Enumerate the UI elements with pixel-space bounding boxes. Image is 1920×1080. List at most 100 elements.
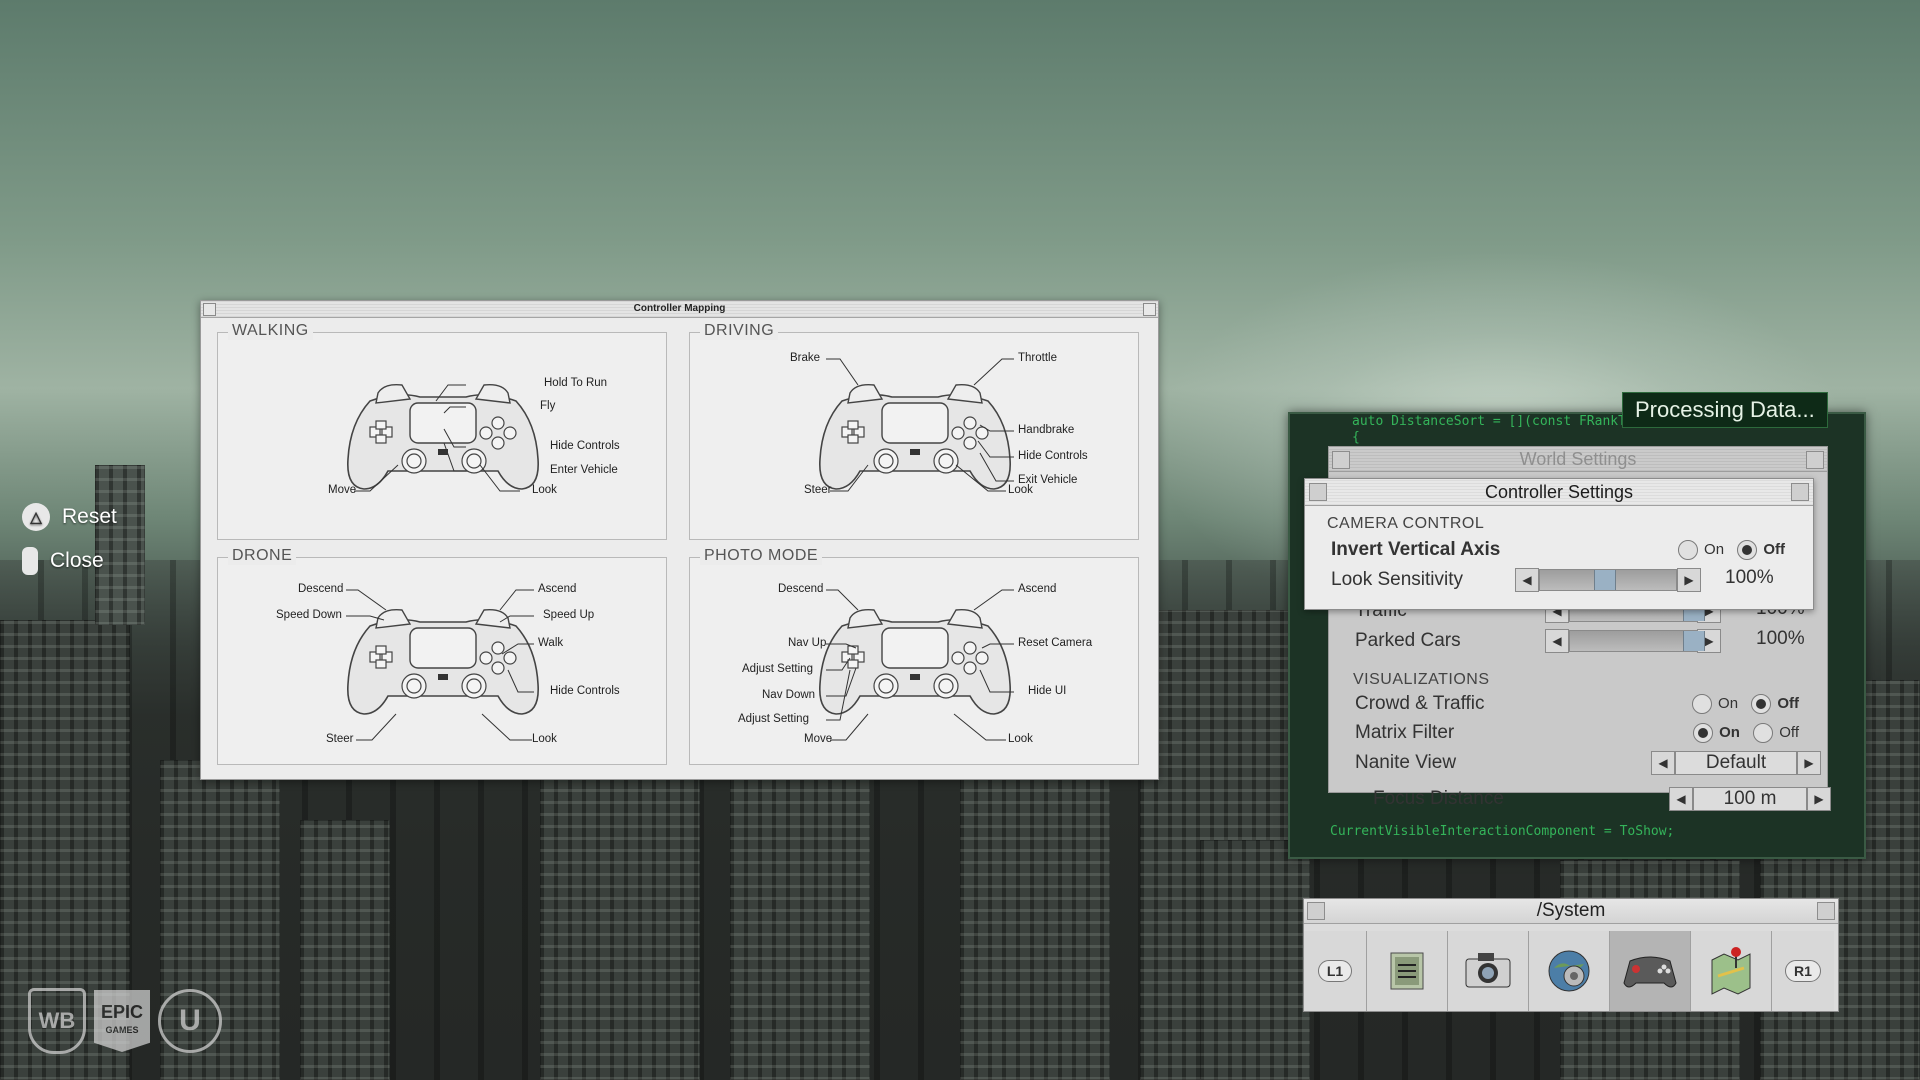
settings-globe-icon	[1548, 950, 1590, 992]
matrix-on-label: On	[1719, 724, 1740, 742]
invert-off-radio[interactable]	[1737, 539, 1758, 560]
label-nav-up: Nav Up	[788, 637, 827, 649]
close-hint[interactable]: Close	[22, 547, 104, 575]
walking-panel: WALKING Hold To Run Fly Hide Controls En…	[217, 322, 667, 540]
tab-map[interactable]	[1691, 931, 1772, 1011]
parked-cars-slider[interactable]: ◀ ▶	[1545, 629, 1721, 653]
look-sensitivity-value: 100%	[1725, 567, 1774, 588]
controller-menu-button[interactable]	[1309, 483, 1327, 501]
r1-label: R1	[1785, 960, 1821, 982]
system-menu-button[interactable]	[1307, 902, 1325, 920]
nanite-prev-icon[interactable]: ◀	[1651, 751, 1675, 775]
r1-button[interactable]: R1	[1772, 931, 1834, 1011]
matrix-off-label: Off	[1779, 724, 1799, 742]
gamepad-diagram-photo	[819, 589, 1014, 741]
label-hide-controls: Hide Controls	[550, 440, 620, 452]
crowd-on-label: On	[1718, 695, 1739, 713]
label-steer: Steer	[804, 484, 832, 496]
parked-track[interactable]	[1569, 630, 1705, 652]
world-menu-button[interactable]	[1332, 451, 1350, 469]
label-brake: Brake	[790, 352, 821, 364]
crowd-on-radio[interactable]	[1692, 693, 1713, 714]
world-settings-titlebar: World Settings	[1329, 447, 1827, 472]
focus-next-icon[interactable]: ▶	[1807, 787, 1831, 811]
matrix-filter-row: Matrix Filter On Off	[1355, 719, 1807, 747]
label-throttle: Throttle	[1018, 352, 1057, 364]
map-icon	[1711, 947, 1751, 995]
matrix-off-radio[interactable]	[1753, 722, 1774, 743]
tab-photo[interactable]	[1448, 931, 1529, 1011]
label-ascend: Ascend	[538, 583, 577, 595]
tab-controller[interactable]	[1610, 931, 1691, 1011]
gamepad-diagram-driving	[819, 358, 1014, 492]
triangle-button-icon: △	[22, 503, 50, 531]
gamepad-diagram-drone	[346, 589, 539, 741]
sensitivity-increase-icon[interactable]: ▶	[1677, 568, 1701, 592]
label-look-drone: Look	[532, 733, 557, 745]
tab-world-settings[interactable]	[1529, 931, 1610, 1011]
publisher-logos: WB EPIC GAMES U	[28, 988, 222, 1054]
label-adjust-setting-2: Adjust Setting	[738, 713, 809, 725]
label-look-photo: Look	[1008, 733, 1033, 745]
camera-icon	[1465, 953, 1511, 988]
gamepad-diagram-walking	[347, 383, 539, 492]
label-descend-photo: Descend	[778, 583, 824, 595]
system-tab-bar: L1 R1	[1304, 931, 1838, 1011]
controller-settings-title: Controller Settings	[1484, 482, 1634, 502]
label-nav-down: Nav Down	[762, 689, 816, 701]
world-settings-title: World Settings	[1519, 449, 1637, 469]
focus-distance-selector[interactable]: ◀ 100 m ▶	[1669, 787, 1831, 811]
close-label: Close	[50, 549, 104, 572]
wb-logo: WB	[28, 988, 86, 1054]
sensitivity-track[interactable]	[1539, 569, 1677, 591]
focus-distance-value: 100 m	[1693, 787, 1807, 811]
controller-mapping-window: Controller Mapping WALKING Hold To Run F…	[200, 300, 1159, 780]
label-reset-camera: Reset Camera	[1018, 637, 1093, 649]
world-close-button[interactable]	[1806, 451, 1824, 469]
tab-documents[interactable]	[1367, 931, 1448, 1011]
nanite-view-selector[interactable]: ◀ Default ▶	[1651, 751, 1821, 775]
window-menu-button[interactable]	[203, 303, 216, 316]
invert-on-radio[interactable]	[1678, 539, 1699, 560]
label-fly: Fly	[540, 400, 556, 412]
document-icon	[1390, 952, 1424, 990]
label-walk: Walk	[538, 637, 564, 649]
parked-thumb[interactable]	[1683, 631, 1705, 651]
processing-status: Processing Data...	[1622, 392, 1828, 428]
controller-settings-titlebar: Controller Settings	[1305, 479, 1813, 506]
invert-vertical-row: Invert Vertical Axis On Off	[1331, 536, 1793, 564]
controller-close-button[interactable]	[1791, 483, 1809, 501]
focus-prev-icon[interactable]: ◀	[1669, 787, 1693, 811]
driving-panel: DRIVING Brake Throttle Handbrake Hide Co…	[689, 322, 1139, 540]
sensitivity-thumb[interactable]	[1594, 570, 1616, 590]
drone-panel: DRONE Descend Speed Down Ascend Speed Up…	[217, 547, 667, 765]
reset-hint[interactable]: △ Reset	[22, 503, 117, 531]
crowd-off-radio[interactable]	[1751, 693, 1772, 714]
look-sensitivity-slider[interactable]: ◀ ▶	[1515, 568, 1701, 592]
reset-label: Reset	[62, 505, 117, 528]
crowd-traffic-label: Crowd & Traffic	[1355, 693, 1485, 714]
system-close-button[interactable]	[1817, 902, 1835, 920]
touchpad-icon	[22, 547, 38, 575]
crowd-off-label: Off	[1777, 695, 1799, 713]
unreal-engine-logo: U	[158, 989, 222, 1053]
system-menu-window: /System L1 R1	[1303, 898, 1839, 1012]
label-speed-up: Speed Up	[543, 609, 595, 621]
parked-decrease-icon[interactable]: ◀	[1545, 629, 1569, 653]
matrix-on-radio[interactable]	[1693, 722, 1714, 743]
label-look: Look	[532, 484, 557, 496]
l1-button[interactable]: L1	[1304, 931, 1367, 1011]
nanite-next-icon[interactable]: ▶	[1797, 751, 1821, 775]
label-hide-controls-drive: Hide Controls	[1018, 450, 1088, 462]
label-speed-down: Speed Down	[276, 609, 342, 621]
window-close-button[interactable]	[1143, 303, 1156, 316]
label-ascend-photo: Ascend	[1018, 583, 1057, 595]
nanite-view-label: Nanite View	[1355, 752, 1457, 773]
label-hold-to-run: Hold To Run	[544, 377, 608, 389]
crowd-traffic-row: Crowd & Traffic On Off	[1355, 690, 1807, 718]
label-move: Move	[328, 484, 357, 496]
system-titlebar: /System	[1304, 899, 1838, 924]
system-title: /System	[1536, 900, 1606, 921]
sensitivity-decrease-icon[interactable]: ◀	[1515, 568, 1539, 592]
label-adjust-setting-1: Adjust Setting	[742, 663, 813, 675]
